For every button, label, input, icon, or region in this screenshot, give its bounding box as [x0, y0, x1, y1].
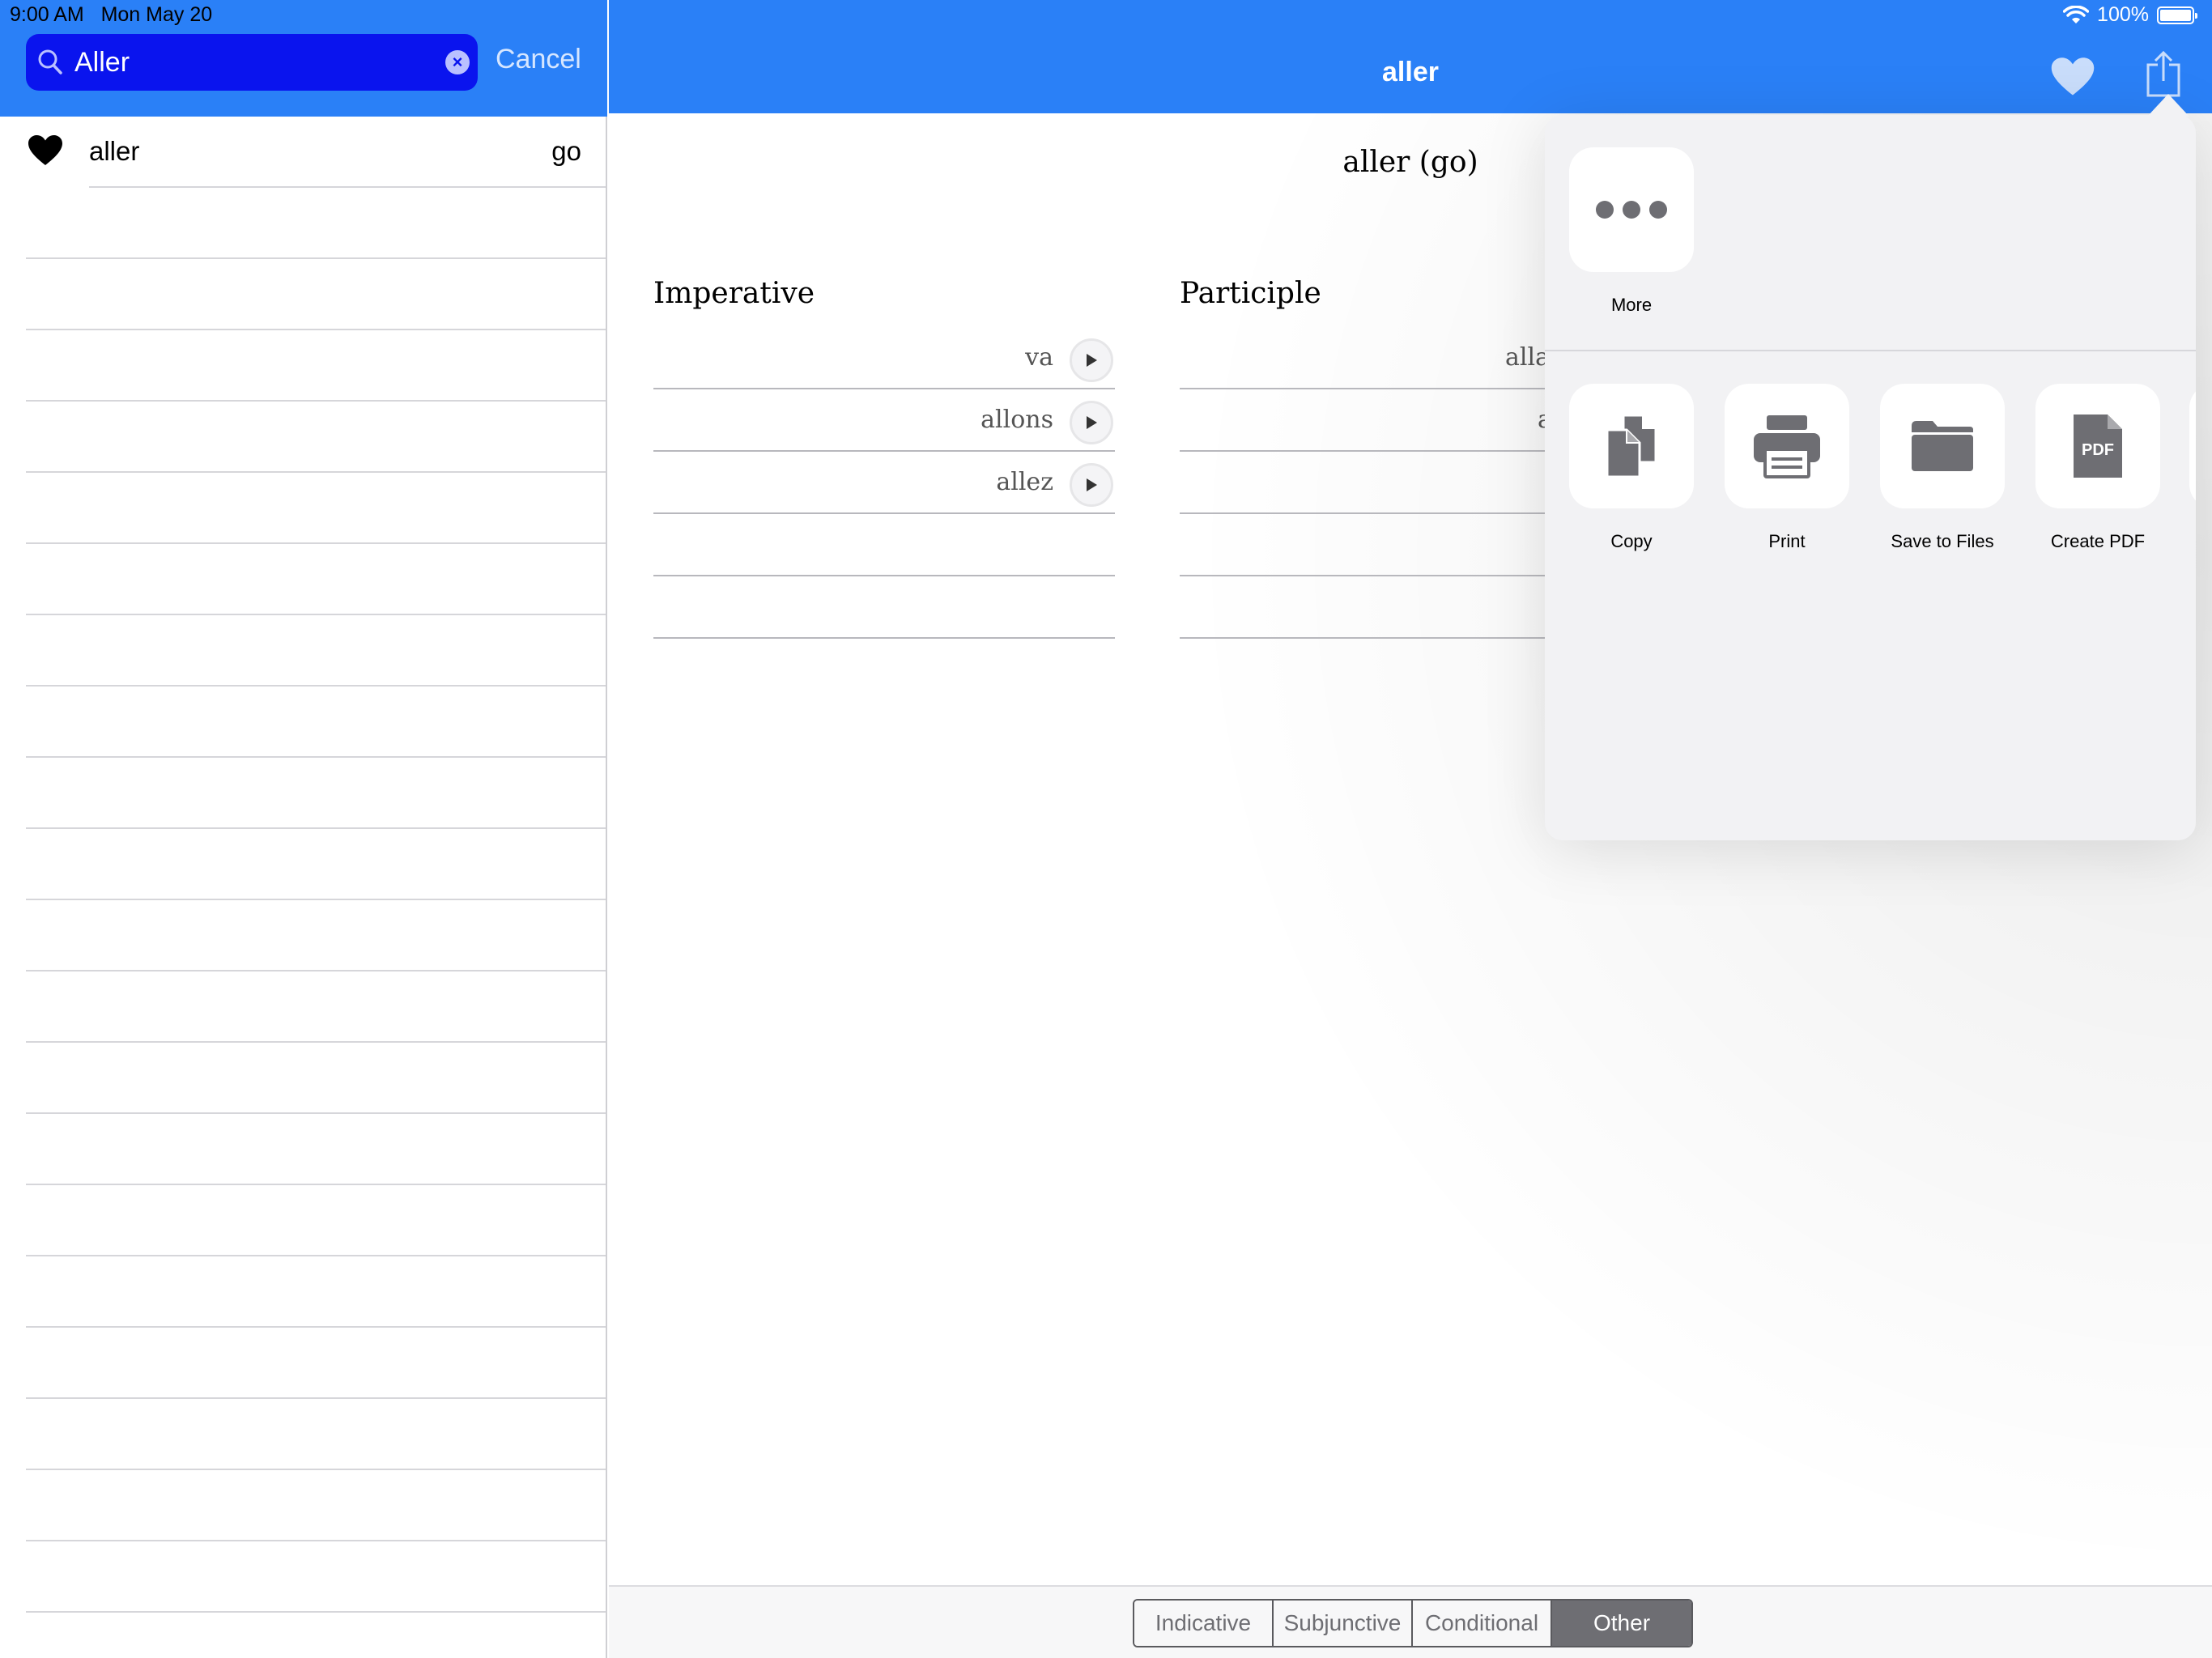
imperative-title: Imperative: [653, 277, 815, 310]
result-word: aller: [89, 136, 140, 166]
action-label: More: [1610, 295, 1653, 315]
save-files-tile: [1880, 384, 2005, 508]
copy-icon: [1606, 414, 1657, 478]
list-separator: [26, 614, 606, 615]
play-audio-button[interactable]: [1070, 401, 1113, 444]
action-label: Create PDF: [2050, 531, 2146, 551]
action-label: Print: [1768, 531, 1806, 551]
pdf-icon-label: PDF: [2082, 441, 2114, 459]
tab-conditional[interactable]: Conditional: [1413, 1601, 1552, 1646]
share-action-save-to-files[interactable]: Save to Files: [1880, 384, 2005, 552]
list-separator: [26, 970, 606, 971]
action-label: Copy: [1610, 531, 1653, 551]
list-separator: [26, 1326, 606, 1328]
status-date: Mon May 20: [100, 3, 213, 26]
page-title: aller: [1382, 57, 1439, 87]
share-icon: [2146, 50, 2180, 97]
sidebar: × Cancel aller go: [0, 0, 607, 1658]
popover-arrow: [2147, 94, 2189, 117]
share-action-more[interactable]: More: [1569, 147, 1694, 316]
search-input[interactable]: [74, 34, 447, 91]
tab-subjunctive[interactable]: Subjunctive: [1274, 1601, 1413, 1646]
sheet-divider: [1545, 350, 2196, 351]
wifi-icon: [2063, 5, 2090, 23]
tab-other[interactable]: Other: [1552, 1601, 1691, 1646]
conjugation-row: allons: [653, 389, 1115, 452]
status-right: 100%: [2063, 3, 2197, 27]
play-audio-button[interactable]: [1070, 338, 1113, 382]
create-pdf-tile: PDF: [2035, 384, 2160, 508]
more-icon: [1596, 201, 1667, 219]
list-separator: [26, 827, 606, 829]
search-field[interactable]: ×: [26, 34, 478, 91]
print-icon: [1754, 415, 1820, 478]
list-separator: [26, 400, 606, 402]
search-icon: [38, 49, 62, 74]
print-tile: [1725, 384, 1849, 508]
conjugation-form: allez: [996, 468, 1053, 496]
bottom-toolbar: Indicative Subjunctive Conditional Other: [609, 1585, 2212, 1658]
folder-icon: [1912, 421, 1973, 471]
list-separator: [26, 329, 606, 330]
mood-segmented-control: Indicative Subjunctive Conditional Other: [1133, 1599, 1693, 1647]
list-separator: [26, 1611, 606, 1613]
clear-search-button[interactable]: ×: [445, 50, 470, 74]
share-action-copy[interactable]: Copy: [1569, 384, 1694, 552]
list-separator: [26, 1469, 606, 1470]
conjugation-row: va: [653, 327, 1115, 389]
list-separator: [26, 1397, 606, 1399]
list-separator: [26, 756, 606, 758]
list-separator: [26, 471, 606, 473]
status-time: 9:00 AM Mon May 20: [10, 3, 212, 27]
play-icon: [1087, 478, 1097, 491]
pdf-icon: PDF: [2074, 414, 2122, 478]
play-audio-button[interactable]: [1070, 463, 1113, 507]
list-separator: [26, 1255, 606, 1256]
list-separator: [26, 685, 606, 687]
status-clock: 9:00 AM: [10, 3, 84, 26]
conjugation-row: allez: [653, 452, 1115, 514]
copy-tile: [1569, 384, 1694, 508]
play-icon: [1087, 354, 1097, 367]
conjugation-form: alla: [1505, 343, 1550, 372]
tab-indicative[interactable]: Indicative: [1134, 1601, 1274, 1646]
battery-percent: 100%: [2097, 3, 2149, 26]
list-separator: [26, 257, 606, 259]
list-separator: [26, 1540, 606, 1541]
participle-title: Participle: [1180, 277, 1321, 310]
conjugation-row-empty: [653, 514, 1115, 576]
conjugation-row-empty: [653, 576, 1115, 639]
share-action-create-pdf[interactable]: PDF Create PDF: [2035, 384, 2160, 552]
battery-fill: [2160, 9, 2191, 21]
favorite-heart-icon: [28, 135, 62, 165]
status-bar: 9:00 AM Mon May 20 100%: [0, 0, 2212, 32]
battery-icon: [2157, 6, 2197, 24]
heart-icon: [2051, 57, 2095, 96]
share-action-print[interactable]: Print: [1725, 384, 1849, 552]
close-icon: ×: [452, 52, 463, 72]
play-icon: [1087, 416, 1097, 429]
conjugation-form: allons: [981, 406, 1053, 434]
list-separator: [26, 1041, 606, 1043]
conjugation-form: va: [1025, 343, 1053, 372]
list-separator: [26, 899, 606, 900]
share-action-partial[interactable]: [2189, 384, 2196, 508]
more-tile: [1569, 147, 1694, 272]
list-item[interactable]: aller go: [0, 117, 606, 188]
list-separator: [26, 1184, 606, 1185]
list-separator: [26, 542, 606, 544]
list-separator: [26, 1112, 606, 1114]
cancel-button[interactable]: Cancel: [496, 44, 581, 75]
favorite-button[interactable]: [2050, 57, 2095, 101]
imperative-list: va allons allez: [653, 327, 1115, 639]
action-label: Save to Files: [1891, 531, 1994, 551]
share-sheet: More Copy Print Save to Files PDF Create…: [1545, 115, 2196, 840]
result-translation: go: [551, 136, 581, 166]
